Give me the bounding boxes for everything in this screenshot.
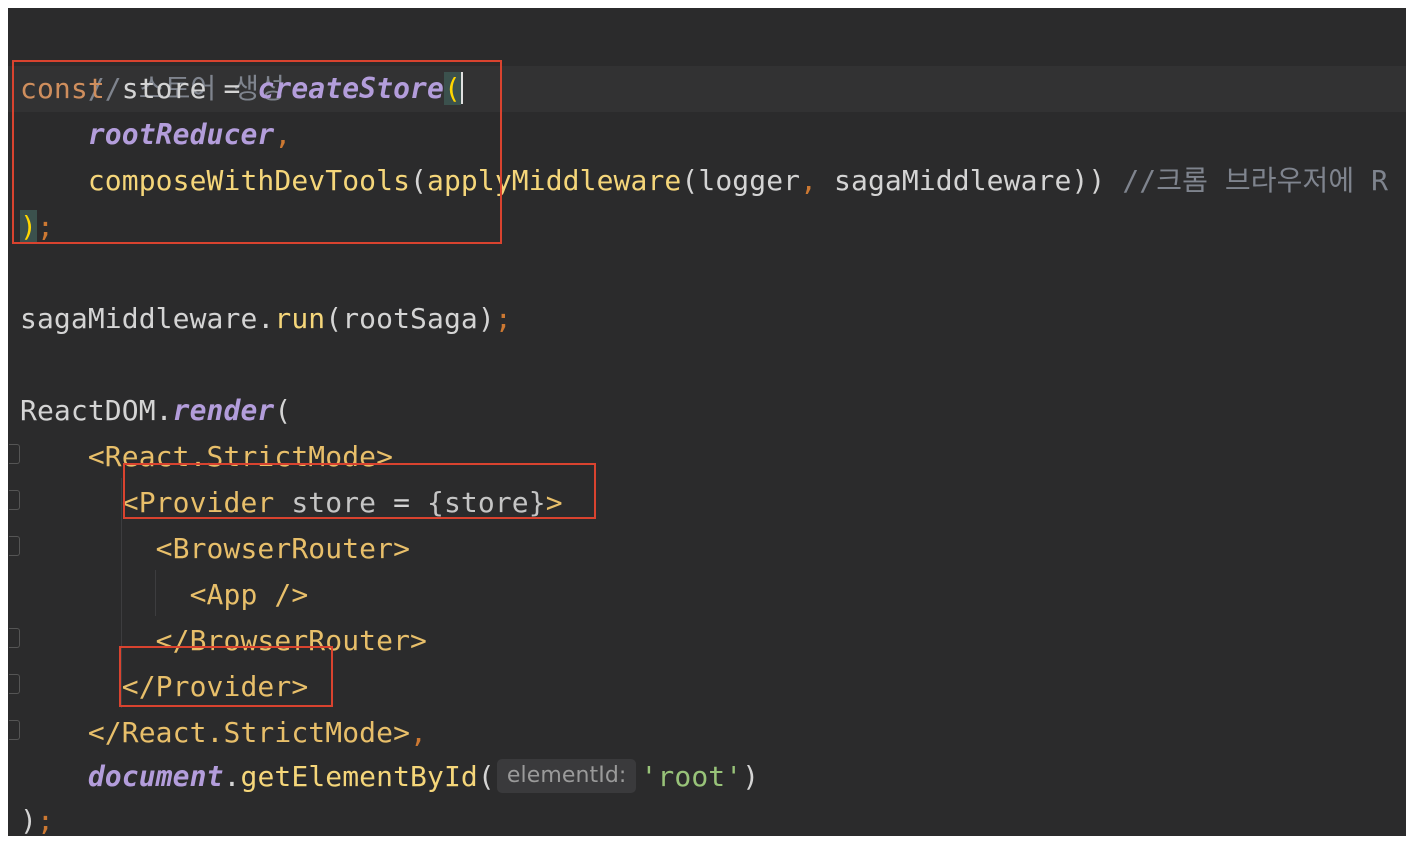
- function-run: run: [274, 302, 326, 335]
- args: (rootSaga): [325, 302, 495, 335]
- paren: (: [274, 394, 292, 427]
- semicolon: ;: [494, 302, 512, 335]
- code-line-12[interactable]: <BrowserRouter>: [20, 526, 410, 572]
- fold-marker-icon[interactable]: [9, 674, 20, 694]
- code-line-9[interactable]: ReactDOM.render(: [20, 388, 291, 434]
- jsx-tag-app: <App />: [189, 578, 309, 611]
- jsx-tag-browserrouter-open: <BrowserRouter>: [155, 532, 411, 565]
- fold-marker-icon[interactable]: [9, 536, 20, 556]
- fold-marker-icon[interactable]: [9, 628, 20, 648]
- object-ReactDOM: ReactDOM.: [20, 394, 173, 427]
- paren-close: )): [1071, 164, 1106, 197]
- paren-close: ): [20, 804, 37, 836]
- code-line-13[interactable]: <App />: [20, 572, 309, 618]
- jsx-tag-strictmode-close: </React.StrictMode>: [87, 716, 411, 749]
- code-line-17[interactable]: document.getElementById(elementId:'root'…: [20, 754, 759, 800]
- code-comment: //크롬 브라우저에 R: [1105, 164, 1389, 197]
- paren: (: [681, 164, 699, 197]
- highlight-box-provider-open: [123, 463, 596, 519]
- code-line-7[interactable]: sagaMiddleware.run(rootSaga);: [20, 296, 512, 342]
- dot: .: [223, 760, 241, 793]
- code-line-16[interactable]: </React.StrictMode>,: [20, 710, 427, 756]
- function-getElementById: getElementById: [240, 760, 478, 793]
- object-sagaMiddleware: sagaMiddleware.: [20, 302, 275, 335]
- comma: ,: [800, 164, 818, 197]
- highlight-box-createstore: [12, 60, 502, 244]
- paren: (: [477, 760, 495, 793]
- code-line-18[interactable]: );: [20, 798, 54, 836]
- paren-close: ): [742, 760, 760, 793]
- semicolon: ;: [36, 804, 54, 836]
- highlight-box-provider-close: [119, 646, 333, 707]
- code-editor[interactable]: // 스토어 생성 const store = createStore( roo…: [8, 8, 1406, 836]
- function-render: render: [172, 394, 275, 427]
- string-root: 'root': [640, 760, 743, 793]
- parameter-hint: elementId:: [496, 759, 637, 793]
- comma: ,: [410, 716, 428, 749]
- arg-logger: logger: [698, 164, 801, 197]
- fold-marker-icon[interactable]: [9, 490, 20, 510]
- fold-marker-icon[interactable]: [9, 444, 20, 464]
- object-document: document: [87, 760, 224, 793]
- arg-sagaMiddleware: sagaMiddleware: [817, 164, 1072, 197]
- fold-marker-icon[interactable]: [9, 720, 20, 740]
